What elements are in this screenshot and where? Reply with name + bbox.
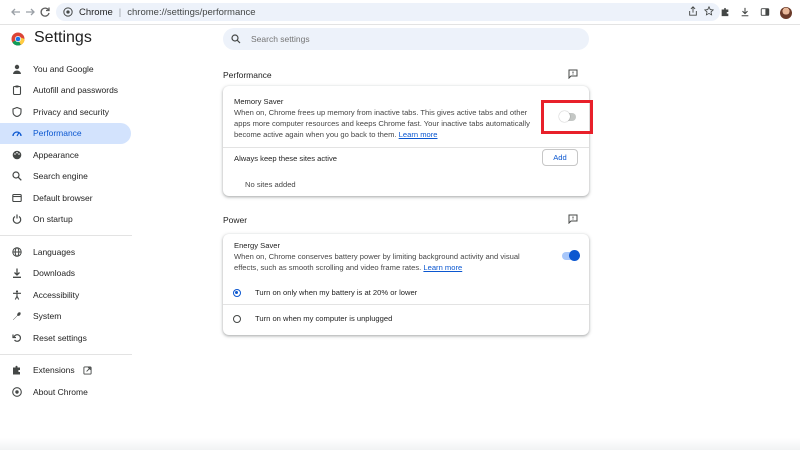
download-icon	[13, 268, 21, 279]
sidebar-item-label: System	[33, 311, 62, 322]
no-sites-text: No sites added	[245, 180, 296, 189]
sidebar-item-label: Autofill and passwords	[33, 85, 119, 96]
sidebar-item-default-browser[interactable]: Default browser	[0, 187, 120, 209]
sidebar-item-system[interactable]: System	[0, 306, 120, 328]
energy-saver-title: Energy Saver	[234, 241, 281, 250]
url-text[interactable]: chrome://settings/performance	[127, 7, 255, 18]
search-icon	[231, 34, 241, 44]
sidebar-item-about-chrome[interactable]: About Chrome	[0, 381, 120, 403]
download-icon[interactable]	[740, 4, 750, 22]
sidebar-item-label: Reset settings	[33, 332, 87, 343]
sidebar-item-label: Languages	[33, 246, 76, 257]
globe-icon	[12, 247, 22, 257]
sidebar-item-search-engine[interactable]: Search engine	[0, 166, 120, 188]
browser-toolbar: Chrome | chrome://settings/performance	[0, 0, 800, 25]
sidebar-item-label: Privacy and security	[33, 106, 110, 117]
energy-saver-toggle[interactable]	[562, 250, 580, 261]
memory-saver-learn-more-link[interactable]: Learn more	[399, 130, 438, 139]
sidebar-divider	[0, 353, 132, 355]
memory-saver-description: When on, Chrome frees up memory from ina…	[234, 107, 544, 140]
sidebar-item-label: Appearance	[33, 149, 79, 160]
settings-sidebar: You and Google Autofill and passwords Pr…	[0, 58, 140, 403]
sidebar-item-label: Accessibility	[33, 289, 80, 300]
sidebar-item-label: About Chrome	[33, 386, 88, 397]
radio-unselected[interactable]	[233, 314, 241, 323]
reload-icon[interactable]	[37, 4, 53, 20]
power-icon	[12, 214, 22, 225]
clipboard-icon	[12, 85, 22, 96]
settings-search[interactable]	[223, 28, 589, 50]
puzzle-icon	[13, 365, 20, 375]
page-title: Settings	[34, 29, 92, 46]
address-bar[interactable]: Chrome | chrome://settings/performance	[56, 3, 720, 21]
energy-saver-description: When on, Chrome conserves battery power …	[234, 251, 544, 273]
toggle-knob	[569, 250, 580, 261]
sidebar-item-extensions[interactable]: Extensions	[0, 360, 120, 382]
external-link-icon	[83, 366, 92, 375]
reset-icon	[12, 333, 21, 342]
sidebar-item-label: Default browser	[33, 192, 93, 203]
sidebar-item-label: Downloads	[33, 268, 76, 279]
sidebar-item-downloads[interactable]: Downloads	[0, 263, 120, 285]
power-section-title: Power	[223, 215, 248, 225]
sidebar-item-on-startup[interactable]: On startup	[0, 209, 120, 231]
option-label: Turn on only when my battery is at 20% o…	[255, 288, 418, 297]
site-chip-label: Chrome	[79, 6, 113, 18]
add-site-button[interactable]: Add	[542, 149, 578, 166]
sidebar-item-languages[interactable]: Languages	[0, 241, 120, 263]
sidebar-divider	[0, 235, 132, 236]
share-icon[interactable]	[688, 6, 698, 19]
wrench-icon	[13, 312, 21, 321]
unplugged-option[interactable]: Turn on when my computer is unplugged	[233, 314, 392, 323]
palette-icon	[12, 150, 22, 160]
address-separator: |	[118, 6, 122, 18]
performance-card: Memory Saver When on, Chrome frees up me…	[223, 86, 589, 196]
chrome-site-icon	[62, 6, 74, 18]
energy-saver-learn-more-link[interactable]: Learn more	[423, 263, 462, 272]
feedback-icon[interactable]	[568, 214, 578, 224]
highlight-box	[541, 100, 593, 134]
chrome-logo-icon	[12, 386, 22, 397]
sidebar-item-autofill[interactable]: Autofill and passwords	[0, 80, 120, 102]
speedometer-icon	[12, 131, 22, 137]
power-card: Energy Saver When on, Chrome conserves b…	[223, 234, 589, 335]
sidebar-item-performance[interactable]: Performance	[0, 122, 131, 144]
browser-icon	[12, 193, 22, 202]
extensions-puzzle-icon[interactable]	[720, 4, 730, 22]
sidebar-item-label: You and Google	[33, 63, 94, 74]
forward-icon[interactable]	[22, 4, 38, 20]
radio-selected[interactable]	[233, 288, 241, 297]
row-divider	[223, 147, 589, 148]
sidebar-item-label: On startup	[33, 214, 73, 225]
sidebar-item-accessibility[interactable]: Accessibility	[0, 284, 120, 306]
sidebar-item-label: Search engine	[33, 171, 88, 182]
bottom-edge	[0, 438, 800, 450]
profile-avatar[interactable]	[780, 7, 792, 19]
sidebar-item-you-and-google[interactable]: You and Google	[0, 58, 120, 80]
shield-icon	[12, 106, 22, 117]
always-keep-label: Always keep these sites active	[234, 154, 337, 163]
performance-section-title: Performance	[223, 70, 272, 80]
accessibility-icon	[13, 290, 21, 300]
option-label: Turn on when my computer is unplugged	[255, 314, 393, 323]
feedback-icon[interactable]	[568, 69, 578, 79]
row-divider	[223, 304, 589, 305]
memory-saver-title: Memory Saver	[234, 97, 284, 106]
sidebar-item-reset-settings[interactable]: Reset settings	[0, 327, 120, 349]
sidebar-item-privacy[interactable]: Privacy and security	[0, 101, 120, 123]
sidebar-item-label: Performance	[33, 128, 82, 139]
energy-saver-description-text: When on, Chrome conserves battery power …	[234, 252, 520, 272]
chrome-logo-icon	[11, 32, 25, 46]
side-panel-icon[interactable]	[760, 4, 770, 22]
person-icon	[13, 64, 21, 74]
sidebar-item-label: Extensions	[33, 365, 75, 376]
search-input[interactable]	[249, 33, 553, 45]
search-icon	[12, 171, 22, 182]
memory-saver-description-text: When on, Chrome frees up memory from ina…	[234, 108, 530, 139]
battery-20-option[interactable]: Turn on only when my battery is at 20% o…	[233, 288, 417, 297]
bookmark-star-icon[interactable]	[703, 5, 715, 19]
sidebar-item-appearance[interactable]: Appearance	[0, 144, 120, 166]
